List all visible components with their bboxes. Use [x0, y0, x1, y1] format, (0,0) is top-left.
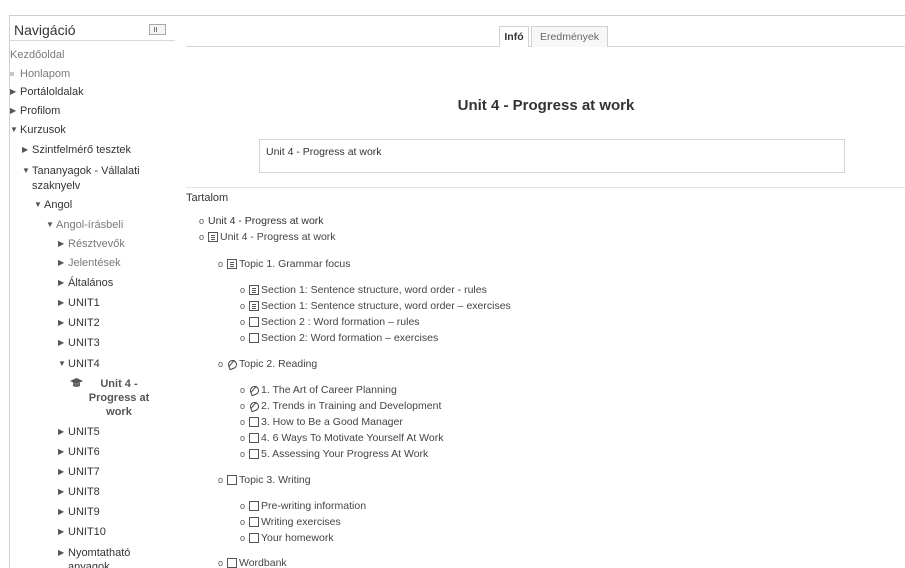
arrow-down-icon: ▼: [34, 200, 42, 209]
bullet-icon: o: [240, 533, 246, 543]
page-icon: [227, 475, 237, 485]
arrow-right-icon: ▶: [10, 106, 17, 115]
page-frame: Navigáció Kezdőoldal Honlapom ▶ Portálol…: [9, 15, 905, 568]
bullet-icon: [10, 72, 14, 76]
page-icon: [249, 317, 259, 327]
bullet-icon: o: [199, 232, 205, 242]
arrow-right-icon: ▶: [58, 447, 65, 456]
bullet-icon: o: [218, 475, 224, 485]
arrow-right-icon: ▶: [58, 258, 65, 267]
summary-box: Unit 4 - Progress at work: [259, 139, 845, 173]
arrow-right-icon: ▶: [58, 318, 65, 327]
dock-block-button[interactable]: [149, 24, 166, 35]
arrow-right-icon: ▶: [58, 507, 65, 516]
arrow-right-icon: ▶: [58, 487, 65, 496]
page-icon: [249, 533, 259, 543]
mortarboard-icon: [70, 378, 83, 387]
bullet-icon: o: [199, 216, 205, 226]
bullet-icon: o: [240, 501, 246, 511]
quiz-icon: [227, 359, 237, 369]
navigation-header: Navigáció: [10, 16, 175, 41]
bullet-icon: o: [240, 433, 246, 443]
arrow-right-icon: ▶: [58, 548, 65, 557]
page-icon: [249, 449, 259, 459]
page-icon: [249, 333, 259, 343]
book-icon: [249, 285, 259, 295]
bullet-icon: o: [218, 259, 224, 269]
arrow-right-icon: ▶: [58, 298, 65, 307]
arrow-down-icon: ▼: [10, 125, 18, 134]
page-icon: [227, 558, 237, 568]
bullet-icon: o: [218, 558, 224, 568]
bullet-icon: o: [240, 449, 246, 459]
bullet-icon: o: [240, 401, 246, 411]
divider: [186, 187, 905, 188]
bullet-icon: o: [240, 285, 246, 295]
arrow-right-icon: ▶: [58, 338, 65, 347]
page-icon: [249, 517, 259, 527]
bullet-icon: o: [240, 301, 246, 311]
quiz-icon: [249, 401, 259, 411]
arrow-right-icon: ▶: [58, 467, 65, 476]
arrow-right-icon: ▶: [58, 278, 65, 287]
arrow-right-icon: ▶: [58, 427, 65, 436]
arrow-down-icon: ▼: [46, 220, 54, 229]
bullet-icon: o: [240, 317, 246, 327]
bullet-icon: o: [218, 359, 224, 369]
contents-label: Tartalom: [186, 192, 229, 204]
bullet-icon: o: [240, 517, 246, 527]
bullet-icon: o: [240, 333, 246, 343]
arrow-down-icon: ▼: [58, 359, 66, 368]
book-icon: [227, 259, 237, 269]
main-content: Infó Eredmények Unit 4 - Progress at wor…: [186, 16, 905, 568]
navigation-title: Navigáció: [14, 22, 76, 38]
book-icon: [249, 301, 259, 311]
tab-results[interactable]: Eredmények: [531, 26, 608, 47]
bullet-icon: o: [240, 417, 246, 427]
page-icon: [249, 433, 259, 443]
arrow-right-icon: ▶: [10, 87, 17, 96]
arrow-right-icon: ▶: [58, 527, 65, 536]
page-icon: [249, 501, 259, 511]
navigation-block: Navigáció Kezdőoldal Honlapom ▶ Portálol…: [10, 16, 175, 568]
page-icon: [249, 417, 259, 427]
dock-icon: [154, 27, 157, 32]
bullet-icon: o: [240, 385, 246, 395]
book-icon: [208, 232, 218, 242]
arrow-right-icon: ▶: [58, 239, 65, 248]
quiz-icon: [249, 385, 259, 395]
arrow-right-icon: ▶: [22, 145, 29, 154]
tab-info[interactable]: Infó: [499, 26, 529, 47]
page-title: Unit 4 - Progress at work: [457, 97, 635, 114]
arrow-down-icon: ▼: [22, 166, 30, 175]
